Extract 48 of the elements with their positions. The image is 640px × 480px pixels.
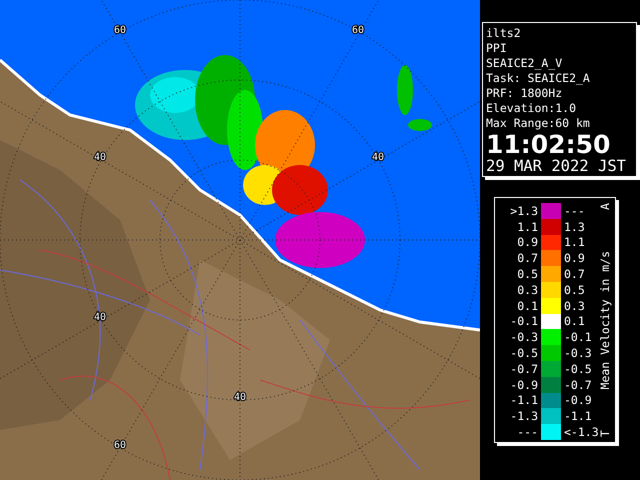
legend-label: 0.7 (563, 267, 586, 282)
legend-label: -1.3 (509, 409, 539, 424)
legend-label: -1.1 (509, 393, 539, 408)
legend-label: --- (563, 204, 586, 218)
legend-mark: A (598, 203, 612, 210)
legend-label: -0.1 (509, 314, 539, 328)
legend-title: Mean Velocity in m/s (598, 250, 612, 390)
legend-label: -0.7 (509, 362, 539, 376)
legend-label: 0.3 (516, 282, 539, 297)
range-label: 40 (372, 152, 384, 163)
legend-label: 0.9 (516, 235, 539, 250)
info-line: PRF: 1800Hz (486, 86, 564, 101)
legend-label: 0.1 (516, 298, 539, 313)
time-label: 11:02:50 (486, 132, 612, 157)
legend-label: -0.3 (509, 330, 539, 344)
range-label: 60 (114, 440, 126, 451)
legend-label: 0.3 (563, 298, 586, 313)
legend-label: --- (516, 425, 539, 440)
range-label: 60 (114, 25, 126, 36)
legend-label: 0.7 (516, 251, 539, 266)
info-line: Max Range:60 km (486, 116, 591, 131)
legend-label: -0.3 (563, 346, 593, 360)
date-label: 29 MAR 2022 JST (486, 157, 627, 175)
info-line: ilts2 (486, 26, 522, 41)
legend-label: 1.1 (563, 235, 586, 250)
legend-label: <-1.3 (563, 425, 598, 440)
info-line: Task: SEAICE2_A (486, 71, 591, 86)
legend-label: -0.5 (509, 346, 539, 360)
legend-label: 0.5 (516, 267, 539, 282)
legend-label: -0.9 (509, 378, 539, 392)
legend-label: 1.3 (563, 220, 586, 234)
legend-label: 0.5 (563, 282, 586, 297)
legend-label: 1.1 (516, 220, 539, 234)
legend-label: -0.5 (563, 362, 593, 376)
legend-label: -1.1 (563, 409, 593, 424)
legend-label: >1.3 (509, 204, 539, 218)
legend-mark: T (598, 430, 612, 437)
range-label: 60 (352, 25, 364, 36)
info-line: SEAICE2_A_V (486, 56, 564, 71)
legend-label: -0.9 (563, 393, 593, 408)
range-label: 40 (94, 152, 106, 163)
range-label: 40 (234, 392, 246, 403)
legend-label: 0.1 (563, 314, 586, 328)
legend-label: 0.9 (563, 251, 586, 266)
legend-label: -0.1 (563, 330, 593, 344)
legend-label: -0.7 (563, 378, 593, 392)
info-line: Elevation:1.0 (486, 101, 578, 116)
info-line: PPI (486, 41, 508, 56)
